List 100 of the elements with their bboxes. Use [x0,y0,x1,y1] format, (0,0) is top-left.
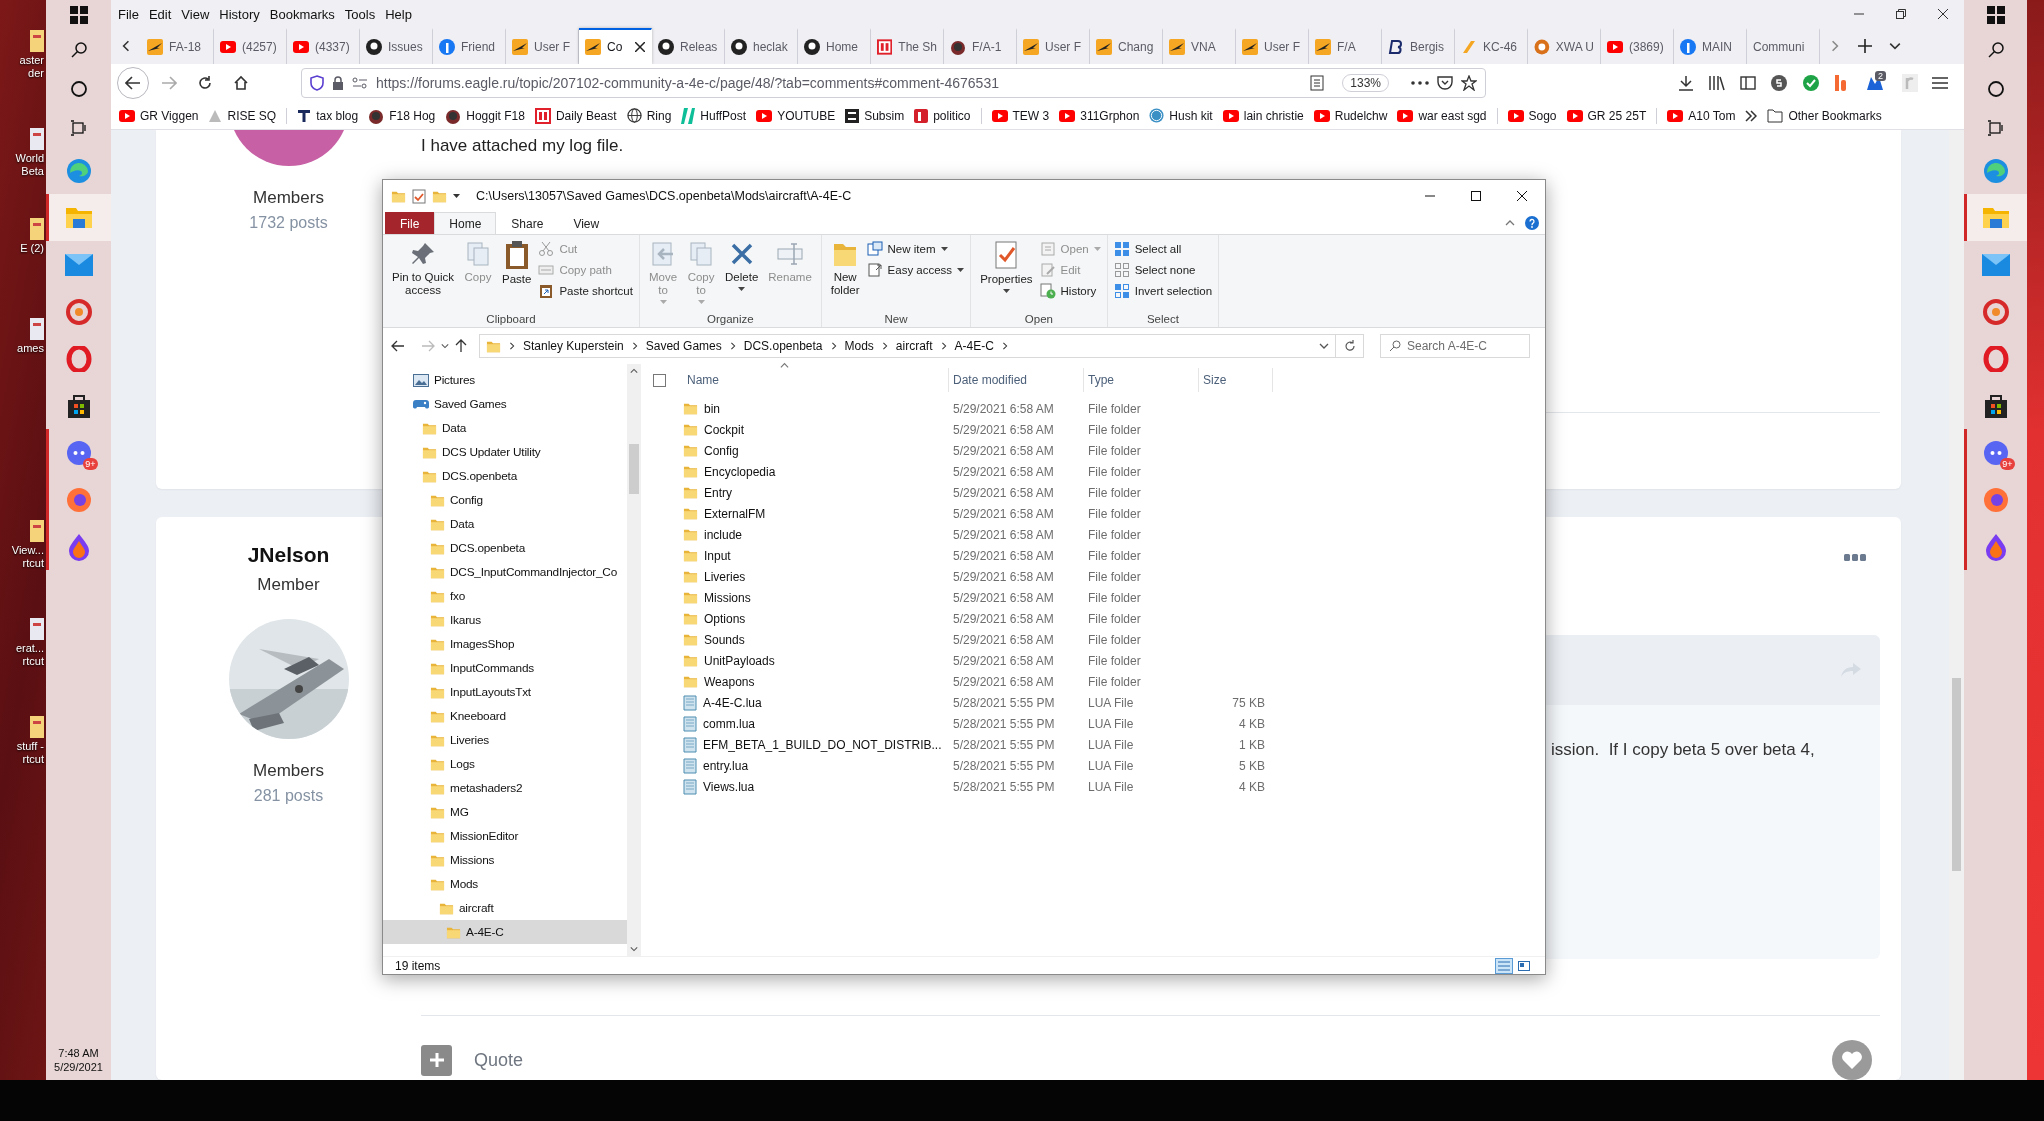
menu-icon[interactable] [1932,76,1948,90]
ring-icon[interactable] [65,345,92,372]
mail-icon[interactable] [1981,253,2010,276]
bookmark[interactable]: GR Viggen [119,108,199,123]
tree-item[interactable]: Config [383,488,627,512]
menu-item[interactable]: Bookmarks [264,6,340,22]
sidebar-icon[interactable] [1740,76,1756,90]
checkbox[interactable] [653,373,666,387]
address-field[interactable]: Stanley Kuperstein Saved Games DCS.openbeta Mods aircraft A-4E-C [479,334,1336,358]
properties-icon[interactable] [412,188,426,204]
ribbon-button[interactable]: New folder [827,238,863,313]
fox-icon[interactable] [65,486,92,513]
browser-tab[interactable]: Co [579,28,652,64]
ribbon-tab[interactable]: File [385,212,435,234]
file-row[interactable]: include 5/29/2021 6:58 AM File folder [653,524,1545,545]
menu-item[interactable]: Edit [143,6,177,22]
file-row[interactable]: Encyclopedia 5/29/2021 6:58 AM File folder [653,461,1545,482]
bookmark[interactable]: Other Bookmarks [1767,108,1882,123]
quote-link[interactable]: Quote [474,1049,524,1071]
search-icon[interactable] [69,40,88,59]
column-header[interactable]: Date modified [949,368,1084,392]
tree-item[interactable]: ImagesShop [383,632,627,656]
file-row[interactable]: Cockpit 5/29/2021 6:58 AM File folder [653,419,1545,440]
details-view-button[interactable] [1495,957,1513,974]
task-view-icon[interactable] [69,118,88,137]
bookmark[interactable]: A10 Tom [1667,108,1736,123]
circle-icon[interactable] [1986,79,2005,98]
search-icon[interactable] [1986,40,2005,59]
shopping-bag-icon[interactable] [65,392,92,419]
breadcrumb[interactable]: DCS.openbeta [743,339,823,353]
tree-item[interactable]: A-4E-C [383,920,627,944]
bookmark[interactable]: Hush kit [1149,108,1213,123]
shortcut-icon[interactable] [30,520,44,542]
swirl-icon[interactable] [65,157,92,184]
breadcrumb[interactable]: aircraft [895,339,933,353]
refresh-button[interactable] [1336,334,1364,358]
tree-item[interactable]: InputCommands [383,656,627,680]
shortcut-icon[interactable] [30,218,44,240]
folder-icon[interactable] [64,205,93,230]
ribbon-button[interactable]: Select none [1113,261,1213,279]
close-icon[interactable] [635,42,645,52]
breadcrumb[interactable]: Saved Games [645,339,722,353]
shortcut-icon[interactable] [30,618,44,640]
column-header[interactable]: Size [1199,368,1273,392]
bookmark[interactable]: Rudelchw [1313,108,1388,123]
file-row[interactable]: UnitPayloads 5/29/2021 6:58 AM File folder [653,650,1545,671]
tree-item[interactable]: MG [383,800,627,824]
menu-item[interactable]: Tools [339,6,381,22]
scroll-thumb[interactable] [1952,678,1961,871]
tree-item[interactable]: Mods [383,872,627,896]
bookmark[interactable]: Subsim [845,108,905,123]
file-row[interactable]: ExternalFM 5/29/2021 6:58 AM File folder [653,503,1545,524]
menu-item[interactable]: File [113,6,144,22]
app-icon[interactable] [1982,298,2009,325]
breadcrumb[interactable]: Stanley Kuperstein [523,339,624,353]
task-view-icon[interactable] [1986,118,2005,137]
ring-icon[interactable] [1982,345,2009,372]
help-icon[interactable] [1525,216,1539,230]
folder-icon[interactable] [1981,205,2010,230]
tree-item[interactable]: Ikarus [383,608,627,632]
bookmark[interactable]: Sogo [1507,108,1557,123]
library-icon[interactable] [1708,75,1726,91]
shortcut-icon[interactable] [30,128,44,150]
tree-item[interactable]: DCS.openbeta [383,536,627,560]
tree-item[interactable]: DCS Updater Utility [383,440,627,464]
ribbon-tab[interactable]: Share [496,212,559,234]
scroll-thumb[interactable] [629,444,639,494]
file-row[interactable]: Views.lua 5/28/2021 5:55 PM LUA File 4 KB [653,776,1545,797]
windows-icon[interactable] [1986,6,2005,24]
bookmark[interactable]: war east sgd [1397,108,1487,123]
ribbon-button[interactable]: Paste shortcut [538,282,633,300]
address-bar[interactable]: https://forums.eagle.ru/topic/207102-community-a-4e-c/page/48/?tab=comments#comment-4676531 133% [301,68,1486,98]
ribbon-button[interactable]: Pin to Quick access [389,238,457,313]
bookmark[interactable]: HuffPost [681,107,747,124]
swirl-icon[interactable] [1982,157,2009,184]
file-row[interactable]: Missions 5/29/2021 6:58 AM File folder [653,587,1545,608]
tree-item[interactable]: Logs [383,752,627,776]
ribbon-button[interactable]: Invert selection [1113,282,1213,300]
tree-item[interactable]: DCS.openbeta [383,464,627,488]
column-header[interactable]: Name [677,368,949,392]
file-row[interactable]: Liveries 5/29/2021 6:58 AM File folder [653,566,1545,587]
fox-icon[interactable] [1982,486,2009,513]
file-row[interactable]: bin 5/29/2021 6:58 AM File folder [653,398,1545,419]
windows-icon[interactable] [69,6,88,24]
tree-item[interactable]: Kneeboard [383,704,627,728]
bookmark[interactable]: 311Grphon [1059,108,1140,123]
tree-item[interactable]: Liveries [383,728,627,752]
bookmark[interactable]: politico [914,108,971,123]
overflow-icon[interactable] [1745,109,1758,122]
ribbon-button[interactable]: Easy access [866,261,965,279]
ribbon-button[interactable]: Delete [722,238,762,313]
file-row[interactable]: Entry 5/29/2021 6:58 AM File folder [653,482,1545,503]
tree-item[interactable]: InputLayoutsTxt [383,680,627,704]
file-row[interactable]: entry.lua 5/28/2021 5:55 PM LUA File 5 KB [653,755,1545,776]
file-row[interactable]: Weapons 5/29/2021 6:58 AM File folder [653,671,1545,692]
bookmark[interactable]: F18 Hog [368,107,436,124]
file-row[interactable]: EFM_BETA_1_BUILD_DO_NOT_DISTRIB... 5/28/2021 5:55 PM LUA File 1 KB [653,734,1545,755]
file-row[interactable]: comm.lua 5/28/2021 5:55 PM LUA File 4 KB [653,713,1545,734]
more-icon[interactable] [1411,81,1429,85]
bookmark[interactable]: Hoggit F18 [445,107,525,124]
